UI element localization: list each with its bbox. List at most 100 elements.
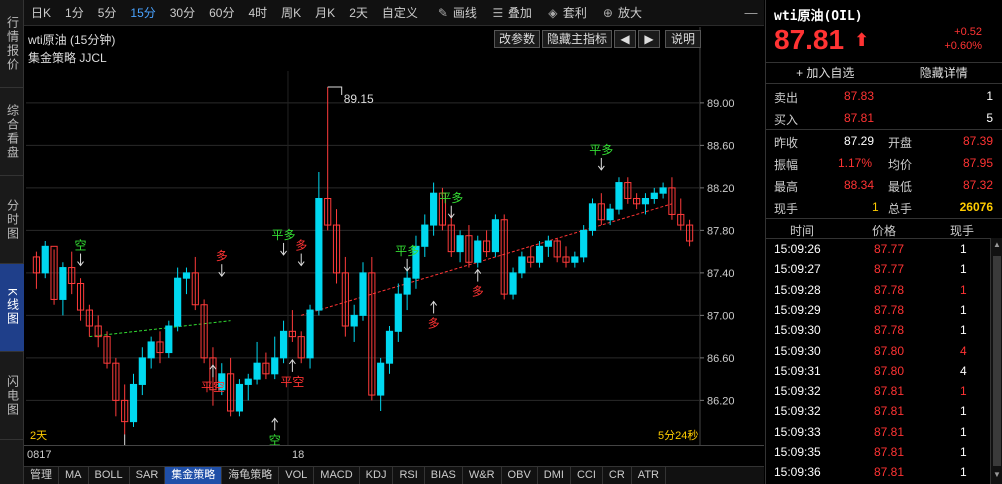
tick-row: 15:09:30 87.80 4 (766, 342, 996, 362)
total-volume-label: 总手 (888, 202, 913, 216)
bag-icon: ◈ (548, 5, 558, 20)
up-arrow-icon: ⬆ (854, 30, 870, 50)
kline-chart[interactable]: 86.20 86.60 87.00 87.40 87.80 88.20 88.60 89.00… (24, 27, 764, 445)
next-indicator-button[interactable]: ▶ (638, 30, 660, 48)
high-label: 89.15 (344, 92, 374, 106)
signal-label: 平多 (589, 143, 613, 157)
tick-price: 87.78 (874, 282, 905, 297)
indicator-tab[interactable]: VOL (279, 467, 315, 484)
period-monthly[interactable]: 月K (308, 0, 342, 26)
arbitrage-label: 套利 (562, 5, 587, 20)
tick-row: 15:09:28 87.78 1 (766, 281, 996, 301)
candle-body (394, 293, 402, 332)
tick-volume: 1 (960, 302, 967, 317)
y-tick-label: 87.80 (707, 225, 735, 237)
indicator-tab[interactable]: CR (603, 467, 632, 484)
candle-body (535, 245, 544, 263)
price-change-pct: +0.60% (944, 40, 982, 52)
period-weekly[interactable]: 周K (274, 0, 308, 26)
indicator-tab[interactable]: CCI (571, 467, 603, 484)
chart-panel[interactable]: 86.20 86.60 87.00 87.40 87.80 88.20 88.60 89.00… (24, 27, 764, 445)
period-30m[interactable]: 30分 (163, 0, 202, 26)
period-5m[interactable]: 5分 (91, 0, 124, 26)
add-watchlist-button[interactable]: + 加入自选 (766, 63, 885, 83)
scroll-up-icon[interactable]: ▲ (991, 238, 1002, 252)
amplitude-value: 1.17% (838, 156, 873, 170)
indicator-tab[interactable]: 集金策略 (165, 467, 223, 484)
indicator-tab[interactable]: BIAS (425, 467, 463, 484)
indicator-tab[interactable]: MA (59, 467, 89, 484)
amplitude-row: 振幅 1.17% 均价 87.95 (766, 153, 1002, 175)
high-value: 88.34 (844, 178, 875, 192)
tick-price: 87.77 (874, 262, 905, 277)
avg-value: 87.95 (962, 156, 993, 170)
arbitrage-button[interactable]: ◈ 套利 (539, 0, 594, 26)
y-tick-label: 86.20 (707, 395, 735, 407)
period-custom[interactable]: 自定义 (375, 0, 425, 26)
tick-volume: 1 (960, 262, 967, 277)
volume-row: 现手 1 总手 26076 (766, 197, 1002, 219)
candle-body (174, 277, 182, 327)
signal-label: 多 (216, 249, 228, 263)
nav-overview[interactable]: 综合看盘 (0, 88, 24, 176)
candle-body (306, 309, 314, 359)
draw-line-button[interactable]: ✎ 画线 (429, 0, 484, 26)
period-60m[interactable]: 60分 (202, 0, 241, 26)
buy-volume: 5 (986, 111, 993, 125)
tick-time: 15:09:32 (774, 384, 821, 399)
tick-time: 15:09:28 (774, 282, 821, 297)
period-1m[interactable]: 1分 (58, 0, 91, 26)
divider (766, 129, 1002, 130)
tick-time: 15:09:32 (774, 404, 821, 419)
total-volume-value: 26076 (959, 200, 993, 214)
nav-quotes[interactable]: 行情报价 (0, 0, 24, 88)
tick-time: 15:09:27 (774, 262, 821, 277)
indicator-tab[interactable]: DMI (538, 467, 571, 484)
nav-timeshare[interactable]: 分时图 (0, 176, 24, 264)
candle-body (129, 383, 138, 423)
cur-volume-label: 现手 (774, 202, 799, 216)
tick-volume: 4 (960, 343, 967, 358)
indicator-tab[interactable]: 管理 (24, 467, 59, 484)
period-15m[interactable]: 15分 (123, 0, 162, 26)
overlay-button[interactable]: ☰ 叠加 (484, 0, 539, 26)
indicator-tab[interactable]: W&R (463, 467, 502, 484)
tick-price: 87.81 (874, 424, 905, 439)
edit-params-button[interactable]: 改参数 (494, 30, 540, 48)
buy-label: 买入 (774, 113, 799, 127)
pencil-icon: ✎ (437, 5, 448, 20)
indicator-tab[interactable]: 海龟策略 (222, 467, 280, 484)
period-2day[interactable]: 2天 (342, 0, 375, 26)
nav-kline[interactable]: K线图 (0, 264, 24, 352)
period-daily[interactable]: 日K (24, 0, 58, 26)
indicator-tab[interactable]: KDJ (360, 467, 394, 484)
candle-body (244, 378, 252, 385)
minimize-button[interactable]: — (742, 4, 760, 22)
candle-body (359, 272, 367, 316)
scroll-thumb[interactable] (993, 256, 1001, 466)
tick-volume: 1 (960, 323, 967, 338)
tick-volume: 1 (960, 404, 967, 419)
indicator-tab[interactable]: BOLL (89, 467, 130, 484)
period-4h[interactable]: 4时 (241, 0, 274, 26)
quote-actions: + 加入自选 隐藏详情 (766, 62, 1002, 84)
indicator-tab[interactable]: ATR (632, 467, 666, 484)
nav-flash[interactable]: 闪电图 (0, 352, 24, 440)
hide-details-button[interactable]: 隐藏详情 (885, 63, 1002, 83)
hide-indicator-button[interactable]: 隐藏主指标 (542, 30, 612, 48)
prev-indicator-button[interactable]: ◀ (614, 30, 636, 48)
indicator-tab[interactable]: RSI (393, 467, 425, 484)
ticks-scrollbar[interactable]: ▲ ▼ (990, 238, 1002, 484)
scroll-down-icon[interactable]: ▼ (991, 468, 1002, 482)
indicator-tab[interactable]: MACD (314, 467, 360, 484)
price-change: +0.52 (954, 26, 982, 38)
tick-row: 15:09:35 87.81 1 (766, 443, 996, 463)
indicator-tab[interactable]: SAR (130, 467, 166, 484)
open-label: 开盘 (888, 136, 913, 150)
high-marker (327, 86, 343, 95)
nav-timeshare-label: 分时图 (5, 198, 20, 241)
tick-price: 87.80 (874, 363, 905, 378)
help-button[interactable]: 说明 (665, 30, 701, 48)
indicator-tab[interactable]: OBV (502, 467, 538, 484)
zoom-button[interactable]: ⊕ 放大 (594, 0, 649, 26)
